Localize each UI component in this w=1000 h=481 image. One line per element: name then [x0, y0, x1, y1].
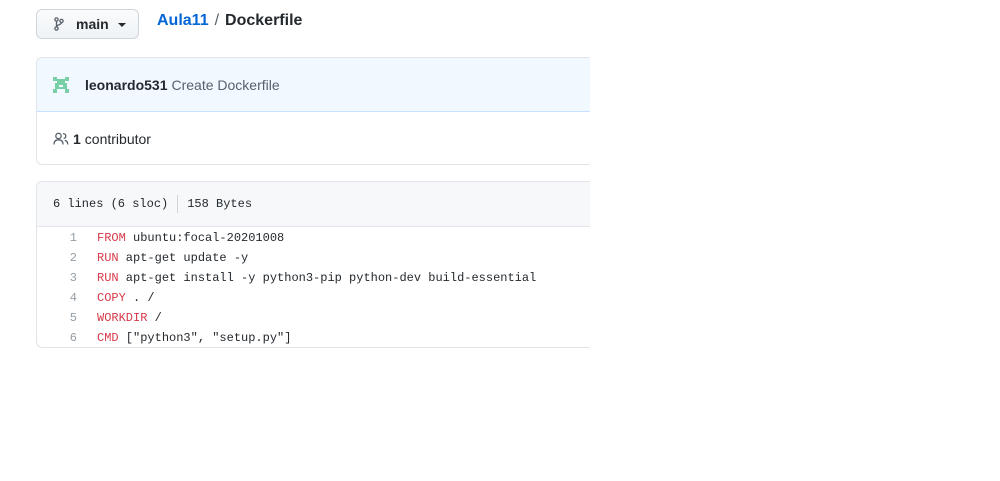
contributors-link[interactable]: 1 contributor	[37, 112, 590, 164]
code-text: . /	[125, 291, 155, 305]
chevron-down-icon	[117, 23, 126, 27]
line-number[interactable]: 2	[37, 248, 77, 268]
line-code: WORKDIR /	[77, 308, 162, 328]
line-code: RUN apt-get update -y	[77, 248, 248, 268]
line-code: COPY . /	[77, 288, 155, 308]
code-line: 4 COPY . /	[37, 288, 590, 308]
line-code: RUN apt-get install -y python3-pip pytho…	[77, 268, 536, 288]
git-branch-icon	[54, 16, 68, 32]
branch-name: main	[76, 16, 109, 32]
breadcrumb: Aula11 / Dockerfile	[157, 12, 302, 30]
code-text: apt-get update -y	[118, 251, 249, 265]
code-keyword: RUN	[97, 251, 119, 265]
code-keyword: CMD	[97, 331, 119, 345]
people-icon	[53, 131, 69, 147]
code-line: 6 CMD ["python3", "setup.py"]	[37, 328, 590, 347]
line-code: FROM ubuntu:focal-20201008	[77, 228, 284, 248]
code-text: ubuntu:focal-20201008	[125, 231, 285, 245]
contributor-label: contributor	[84, 130, 151, 147]
identicon-avatar[interactable]	[51, 74, 71, 95]
commit-header: leonardo531 Create Dockerfile	[37, 58, 590, 112]
file-lines-info: 6 lines (6 sloc)	[53, 197, 169, 211]
code-text: apt-get install -y python3-pip python-de…	[118, 271, 537, 285]
line-code: CMD ["python3", "setup.py"]	[77, 328, 292, 347]
contributor-count: 1	[73, 130, 81, 147]
code-line: 5 WORKDIR /	[37, 308, 590, 328]
code-line: 2 RUN apt-get update -y	[37, 248, 590, 268]
code-line: 3 RUN apt-get install -y python3-pip pyt…	[37, 268, 590, 288]
breadcrumb-file-name: Dockerfile	[225, 12, 303, 29]
code-text: ["python3", "setup.py"]	[118, 331, 292, 345]
line-number[interactable]: 6	[37, 328, 77, 347]
line-number[interactable]: 4	[37, 288, 77, 308]
code-keyword: COPY	[97, 291, 126, 305]
breadcrumb-repo-link[interactable]: Aula11	[157, 12, 209, 30]
file-size: 158 Bytes	[187, 197, 253, 211]
line-number[interactable]: 1	[37, 228, 77, 248]
file-info-header: 6 lines (6 sloc) 158 Bytes	[37, 182, 590, 227]
file-content-box: 6 lines (6 sloc) 158 Bytes 1 FROM ubuntu…	[36, 181, 590, 348]
file-view-page: main Aula11 / Dockerfile leonardo531 Cre…	[0, 0, 1000, 481]
commit-message-link[interactable]: Create Dockerfile	[171, 77, 279, 93]
breadcrumb-separator: /	[214, 12, 220, 29]
code-view: 1 FROM ubuntu:focal-20201008 2 RUN apt-g…	[37, 227, 590, 347]
line-number[interactable]: 5	[37, 308, 77, 328]
code-keyword: FROM	[97, 231, 126, 245]
code-keyword: WORKDIR	[97, 311, 148, 325]
latest-commit-box: leonardo531 Create Dockerfile 1 contribu…	[36, 57, 590, 165]
branch-select-button[interactable]: main	[36, 9, 139, 39]
code-text: /	[147, 311, 162, 325]
commit-author-link[interactable]: leonardo531	[85, 77, 167, 93]
file-info-divider	[177, 195, 179, 213]
code-keyword: RUN	[97, 271, 119, 285]
line-number[interactable]: 3	[37, 268, 77, 288]
code-line: 1 FROM ubuntu:focal-20201008	[37, 228, 590, 248]
